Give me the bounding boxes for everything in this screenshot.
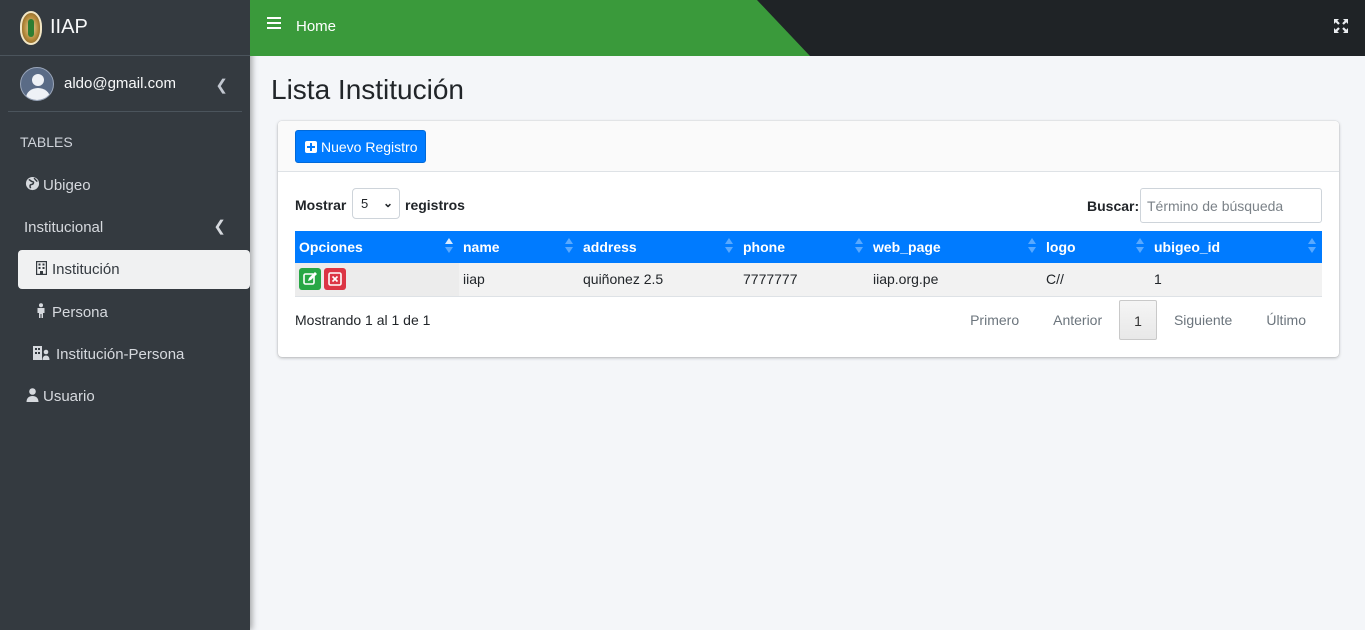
- page-length-select[interactable]: 5 ⌄: [352, 188, 400, 219]
- sidebar-item-persona[interactable]: Persona: [0, 291, 250, 333]
- nav-header: TABLES: [20, 134, 73, 150]
- page-length-value: 5: [361, 196, 369, 211]
- avatar: [20, 66, 54, 101]
- menu-icon[interactable]: [267, 17, 281, 29]
- sort-icon: [855, 238, 863, 254]
- sort-icon: [565, 238, 573, 254]
- search-label: Buscar:: [1087, 198, 1140, 214]
- home-link[interactable]: Home: [296, 18, 336, 35]
- column-header-ubigeo-id[interactable]: ubigeo_id: [1150, 231, 1322, 263]
- new-record-label: Nuevo Registro: [321, 138, 418, 155]
- sort-icon: [1136, 238, 1144, 254]
- column-header-phone[interactable]: phone: [739, 231, 869, 263]
- sidebar-item-label: Institución-Persona: [56, 345, 185, 363]
- table-info: Mostrando 1 al 1 de 1: [295, 312, 431, 328]
- sort-icon: [1028, 238, 1036, 254]
- pager-next[interactable]: Siguiente: [1157, 300, 1249, 340]
- pager-previous[interactable]: Anterior: [1036, 300, 1119, 340]
- sort-icon: [1308, 238, 1316, 254]
- new-record-button[interactable]: Nuevo Registro: [295, 130, 426, 163]
- cell-name: iiap: [463, 271, 485, 288]
- institution-card: Nuevo Registro Mostrar 5 ⌄ registros Bus…: [278, 121, 1339, 357]
- edit-icon: [303, 272, 317, 286]
- show-label: Mostrar: [295, 197, 347, 213]
- sidebar-item-institucion-persona[interactable]: Institución-Persona: [0, 333, 250, 375]
- brand-name: IIAP: [50, 16, 88, 38]
- sidebar-item-label: Usuario: [43, 387, 95, 405]
- column-header-logo[interactable]: logo: [1042, 231, 1150, 263]
- close-icon: [328, 272, 342, 287]
- edit-button[interactable]: [299, 268, 321, 291]
- users-building-icon: [33, 345, 51, 363]
- fullscreen-icon[interactable]: [1334, 19, 1348, 33]
- table-row: iiap quiñonez 2.5 7777777 iiap.org.pe C/…: [295, 263, 1322, 296]
- column-header-name[interactable]: name: [459, 231, 579, 263]
- cell-logo: C//: [1046, 271, 1064, 288]
- sidebar-item-label: Persona: [52, 303, 108, 321]
- top-navbar: Home: [250, 0, 1365, 56]
- sidebar-item-institucion[interactable]: Institución: [18, 250, 250, 289]
- records-label: registros: [405, 197, 465, 213]
- person-icon: [33, 303, 49, 321]
- cell-address: quiñonez 2.5: [583, 271, 664, 288]
- row-actions: [295, 263, 459, 296]
- chevron-left-icon[interactable]: ❮: [215, 76, 228, 94]
- sidebar: IIAP aldo@gmail.com ❮ TABLES Ubigeo Inst…: [0, 0, 250, 630]
- institution-table: Opciones name address phone web_page log…: [295, 231, 1322, 297]
- sidebar-item-label: Ubigeo: [43, 176, 91, 194]
- chevron-left-icon: ❮: [213, 218, 226, 235]
- page-title: Lista Institución: [271, 74, 464, 105]
- user-icon: [24, 387, 40, 405]
- search-input[interactable]: [1140, 188, 1322, 223]
- sidebar-item-institucional[interactable]: Institucional ❮: [0, 206, 250, 248]
- user-email: aldo@gmail.com: [64, 75, 176, 92]
- sidebar-item-label: Institución: [52, 261, 120, 278]
- sort-icon: [725, 238, 733, 254]
- brand-logo: [20, 10, 42, 45]
- sidebar-item-usuario[interactable]: Usuario: [0, 375, 250, 417]
- table-header-row: Opciones name address phone web_page log…: [295, 231, 1322, 263]
- chevron-down-icon: ⌄: [382, 196, 393, 210]
- brand-link[interactable]: IIAP: [0, 0, 250, 56]
- pager-current-page[interactable]: 1: [1119, 300, 1157, 340]
- pager-first[interactable]: Primero: [953, 300, 1036, 340]
- cell-phone: 7777777: [743, 271, 798, 288]
- user-panel[interactable]: aldo@gmail.com ❮: [8, 56, 242, 112]
- card-header: Nuevo Registro: [278, 121, 1339, 172]
- column-header-address[interactable]: address: [579, 231, 739, 263]
- sort-asc-icon: [445, 238, 453, 254]
- plus-square-icon: [305, 140, 317, 153]
- delete-button[interactable]: [324, 268, 346, 291]
- sidebar-item-ubigeo[interactable]: Ubigeo: [0, 164, 250, 206]
- globe-icon: [24, 176, 40, 194]
- pagination: Primero Anterior 1 Siguiente Último: [953, 300, 1323, 340]
- pager-last[interactable]: Último: [1249, 300, 1323, 340]
- cell-ubigeo-id: 1: [1154, 271, 1162, 288]
- column-header-opciones[interactable]: Opciones: [295, 231, 459, 263]
- sidebar-item-label: Institucional: [24, 218, 104, 236]
- column-header-web-page[interactable]: web_page: [869, 231, 1042, 263]
- building-icon: [33, 260, 49, 278]
- cell-web-page: iiap.org.pe: [873, 271, 939, 288]
